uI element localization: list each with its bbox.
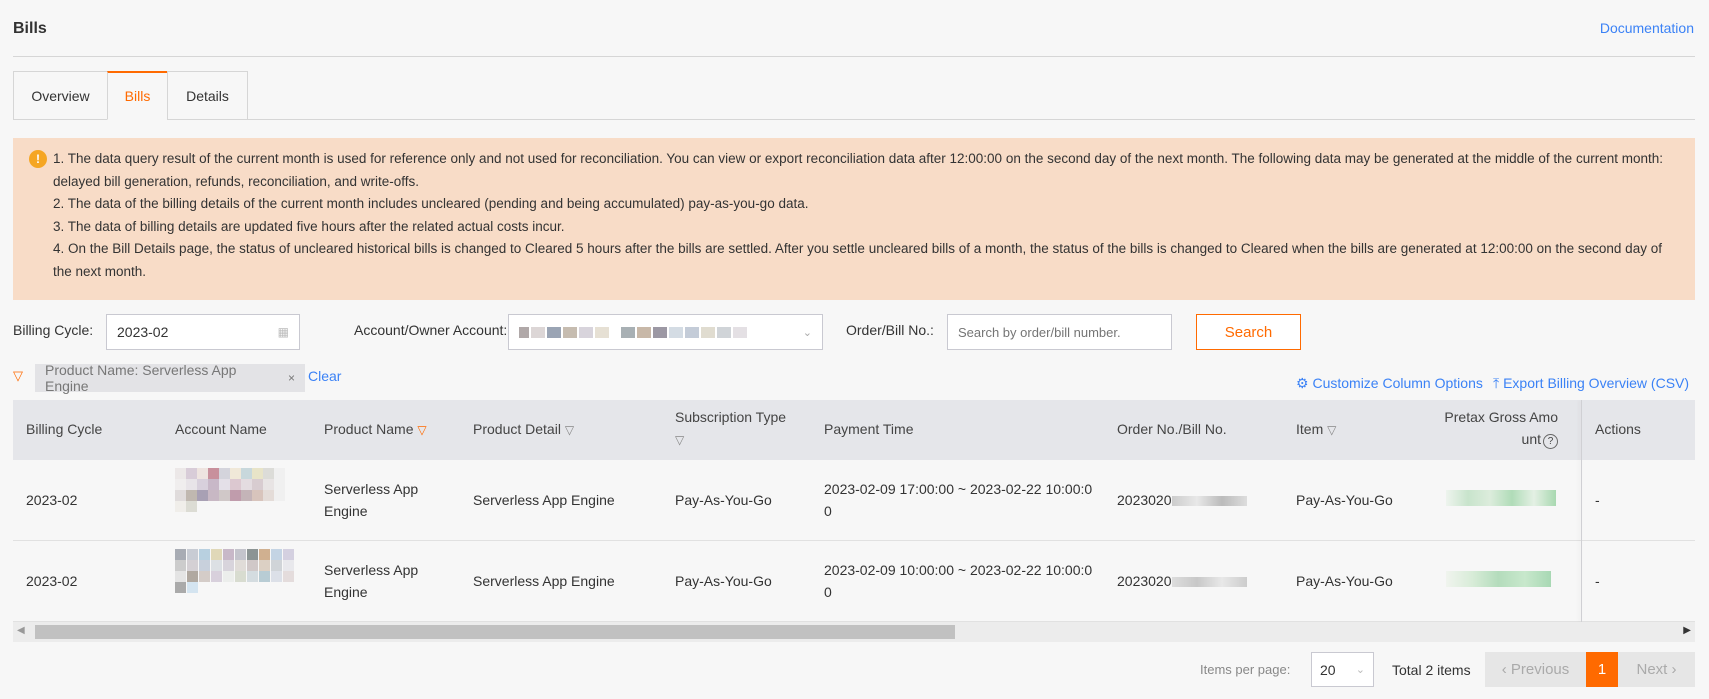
col-subscription-type[interactable]: Subscription Type ▽ <box>675 406 795 451</box>
blurred-amount <box>1446 571 1551 587</box>
gear-icon: ⚙ <box>1296 375 1309 391</box>
help-icon[interactable]: ? <box>1543 434 1558 449</box>
notice-line: 3. The data of billing details are updat… <box>53 218 565 234</box>
blurred-amount <box>1446 490 1556 506</box>
table-header: Billing Cycle Account Name Product Name … <box>13 400 1695 460</box>
scrollbar-thumb[interactable] <box>35 625 955 639</box>
notice-line: 2. The data of the billing details of th… <box>53 196 809 211</box>
filter-icon[interactable]: ▽ <box>417 423 426 437</box>
page-1-button[interactable]: 1 <box>1586 652 1618 687</box>
customize-columns-button[interactable]: ⚙ Customize Column Options <box>1296 375 1483 392</box>
bills-table: Billing Cycle Account Name Product Name … <box>13 400 1695 622</box>
cell-order-no[interactable]: 2023020 <box>1117 489 1247 511</box>
notice-line: 1. The data query result of the current … <box>53 151 1663 189</box>
chevron-down-icon: ⌄ <box>802 326 812 339</box>
table-row: 2023-02 Serverless App Engine Serverless… <box>13 541 1695 622</box>
cell-product-name: Serverless App Engine <box>324 562 419 600</box>
page-title: Bills <box>13 20 47 37</box>
account-select[interactable]: ⌄ <box>508 314 823 350</box>
tab-overview[interactable]: Overview <box>13 71 108 120</box>
col-pretax-amount: Pretax Gross Amount? <box>1444 409 1558 449</box>
col-item[interactable]: Item ▽ <box>1296 418 1336 441</box>
col-product-name[interactable]: Product Name ▽ <box>324 418 427 441</box>
scroll-left-icon[interactable]: ◀ <box>17 625 25 636</box>
cell-item: Pay-As-You-Go <box>1296 492 1393 508</box>
notice-line: 4. On the Bill Details page, the status … <box>53 241 1662 279</box>
order-search-input[interactable] <box>947 314 1172 350</box>
chevron-down-icon: ⌄ <box>1355 664 1365 676</box>
filter-icon[interactable]: ▽ <box>565 423 574 437</box>
tab-details[interactable]: Details <box>167 71 248 120</box>
filter-icon: ▽ <box>13 368 23 383</box>
account-label: Account/Owner Account: <box>354 322 508 338</box>
filter-icon[interactable]: ▽ <box>675 433 684 447</box>
cell-product-detail: Serverless App Engine <box>473 492 615 508</box>
items-per-page-label: Items per page: <box>1200 662 1291 677</box>
export-label: Export Billing Overview (CSV) <box>1503 375 1690 391</box>
close-icon[interactable]: × <box>288 371 295 385</box>
cell-billing-cycle: 2023-02 <box>26 492 78 508</box>
clear-filters-link[interactable]: Clear <box>308 368 341 384</box>
blurred-account-name <box>175 468 285 512</box>
col-actions: Actions <box>1595 421 1641 437</box>
col-product-detail[interactable]: Product Detail ▽ <box>473 418 574 441</box>
previous-page-button[interactable]: ‹ Previous <box>1485 652 1586 687</box>
cell-payment-time: 2023-02-09 10:00:00 ~ 2023-02-22 10:00:0… <box>824 562 1093 600</box>
table-row: 2023-02 Serverless App Engine Serverless… <box>13 460 1695 541</box>
cell-billing-cycle: 2023-02 <box>26 573 78 589</box>
billing-cycle-label: Billing Cycle: <box>13 322 94 338</box>
blurred-account-name <box>175 549 295 593</box>
next-page-button[interactable]: Next › <box>1618 652 1695 687</box>
col-account-name: Account Name <box>175 421 267 437</box>
tab-bills[interactable]: Bills <box>107 71 168 120</box>
billing-cycle-value: 2023-02 <box>117 324 169 340</box>
cell-payment-time: 2023-02-09 17:00:00 ~ 2023-02-22 10:00:0… <box>824 481 1093 519</box>
total-items: Total 2 items <box>1392 661 1471 678</box>
search-button[interactable]: Search <box>1196 314 1301 350</box>
sticky-column-divider <box>1581 400 1582 622</box>
cell-product-detail: Serverless App Engine <box>473 573 615 589</box>
col-billing-cycle: Billing Cycle <box>26 421 103 437</box>
scroll-right-icon[interactable]: ▶ <box>1683 625 1691 636</box>
cell-subscription-type: Pay-As-You-Go <box>675 492 772 508</box>
horizontal-scrollbar[interactable]: ◀ ▶ <box>13 622 1695 642</box>
cell-actions: - <box>1595 492 1600 508</box>
customize-label: Customize Column Options <box>1312 375 1483 391</box>
order-label: Order/Bill No.: <box>846 322 934 338</box>
page-size-value: 20 <box>1320 661 1336 678</box>
cell-product-name: Serverless App Engine <box>324 481 419 519</box>
export-csv-button[interactable]: ⤒ Export Billing Overview (CSV) <box>1493 375 1689 392</box>
col-order-no: Order No./Bill No. <box>1117 421 1227 437</box>
info-icon: ! <box>29 150 47 168</box>
billing-cycle-picker[interactable]: 2023-02 ▦ <box>106 314 300 350</box>
filter-chip-label: Product Name: Serverless App Engine <box>45 362 237 394</box>
documentation-link[interactable]: Documentation <box>1600 20 1694 36</box>
cell-actions: - <box>1595 573 1600 589</box>
filter-icon[interactable]: ▽ <box>1327 423 1336 437</box>
upload-icon: ⤒ <box>1493 375 1500 391</box>
cell-item: Pay-As-You-Go <box>1296 573 1393 589</box>
tab-divider <box>13 119 1695 120</box>
filter-chip: Product Name: Serverless App Engine × <box>35 362 305 394</box>
cell-order-no[interactable]: 2023020 <box>1117 570 1247 592</box>
notice-banner: ! 1. The data query result of the curren… <box>13 138 1695 300</box>
blurred-account <box>519 326 747 338</box>
divider <box>13 56 1695 57</box>
calendar-icon: ▦ <box>277 325 289 339</box>
col-payment-time: Payment Time <box>824 421 914 437</box>
cell-subscription-type: Pay-As-You-Go <box>675 573 772 589</box>
page-size-select[interactable]: 20 ⌄ <box>1311 652 1374 687</box>
